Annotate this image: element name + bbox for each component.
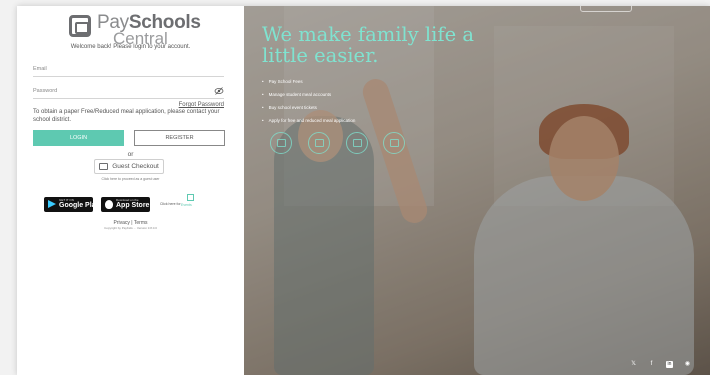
- feature-item: Apply for free and reduced meal applicat…: [262, 118, 356, 131]
- cart-icon: [99, 162, 109, 170]
- login-button[interactable]: LOGIN: [33, 130, 124, 146]
- events-icon: [187, 194, 194, 201]
- apple-icon: [105, 200, 113, 209]
- app-window: PaySchools Central Welcome back! Please …: [17, 6, 710, 375]
- payschools-logo: PaySchools Central: [69, 12, 201, 48]
- hero-panel: We make family life a little easier. Pay…: [244, 6, 710, 375]
- google-play-badge[interactable]: GET IT ON Google Play: [44, 197, 99, 212]
- twitter-icon[interactable]: 𝕏: [630, 361, 637, 368]
- fees-icon: [270, 132, 292, 154]
- paper-application-note: To obtain a paper Free/Reduced meal appl…: [33, 109, 220, 123]
- application-icon: [383, 132, 405, 154]
- globe-icon[interactable]: ◉: [684, 361, 691, 368]
- feature-item: Manage student meal accounts: [262, 92, 355, 105]
- events-logo[interactable]: Events: [181, 194, 201, 210]
- google-play-label: Google Play: [59, 202, 100, 209]
- logo-icon: [69, 15, 91, 37]
- email-field[interactable]: Email: [33, 64, 224, 77]
- welcome-text: Welcome back! Please login to your accou…: [70, 44, 191, 50]
- feature-item: Buy school event tickets: [262, 105, 355, 118]
- password-field[interactable]: Password: [33, 86, 224, 99]
- app-store-badge[interactable]: Download on the App Store: [101, 197, 150, 212]
- guest-checkout-button[interactable]: Guest Checkout: [94, 159, 164, 174]
- events-logo-text: Events: [181, 203, 192, 207]
- ticket-icon: [346, 132, 368, 154]
- email-label: Email: [33, 66, 47, 72]
- guest-checkout-label: Guest Checkout: [112, 163, 159, 170]
- feature-item: Pay School Fees: [262, 79, 355, 92]
- feature-list: Pay School Fees Manage student meal acco…: [262, 79, 356, 131]
- guest-hint: Click here to proceed as a guest user: [101, 177, 160, 181]
- facebook-icon[interactable]: f: [648, 361, 655, 368]
- or-divider: or: [127, 151, 134, 158]
- linkedin-icon[interactable]: in: [666, 361, 673, 368]
- google-play-icon: [48, 200, 56, 208]
- copyright-text: Copyright by PayKids ... Version 3.8.0.0: [104, 226, 157, 230]
- social-links: 𝕏 f in ◉: [630, 361, 700, 369]
- hero-headline: We make family life a little easier.: [262, 23, 474, 67]
- meal-icon: [308, 132, 330, 154]
- eye-off-icon[interactable]: [214, 86, 224, 96]
- events-link[interactable]: Click here for: [160, 202, 181, 206]
- app-store-label: App Store: [116, 202, 150, 209]
- password-label: Password: [33, 88, 58, 94]
- top-nav-pill[interactable]: [580, 6, 632, 12]
- register-button[interactable]: REGISTER: [134, 130, 225, 146]
- login-panel: PaySchools Central Welcome back! Please …: [17, 6, 244, 375]
- forgot-password-link[interactable]: Forgot Password: [179, 102, 224, 108]
